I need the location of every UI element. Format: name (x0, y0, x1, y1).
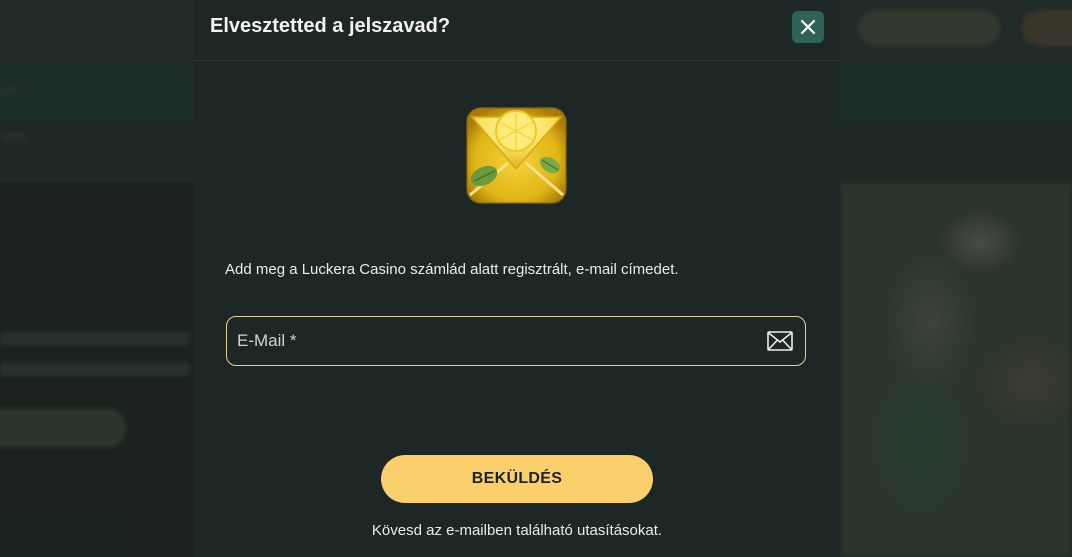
mail-icon (767, 331, 793, 351)
submit-button[interactable]: BEKÜLDÉS (381, 455, 653, 503)
lemon-envelope-icon (466, 107, 567, 204)
modal-header: Elvesztetted a jelszavad? (194, 0, 840, 61)
close-button[interactable] (792, 11, 824, 43)
forgot-password-modal: Elvesztetted a jelszavad? Add meg a Luck… (194, 0, 840, 557)
close-icon (800, 19, 816, 35)
email-field[interactable] (226, 316, 806, 366)
modal-title: Elvesztetted a jelszavad? (210, 15, 451, 37)
email-input[interactable] (227, 317, 747, 365)
followup-text: Kövesd az e-mailben található utasítások… (371, 522, 663, 539)
instruction-text: Add meg a Luckera Casino számlád alatt r… (225, 261, 679, 278)
